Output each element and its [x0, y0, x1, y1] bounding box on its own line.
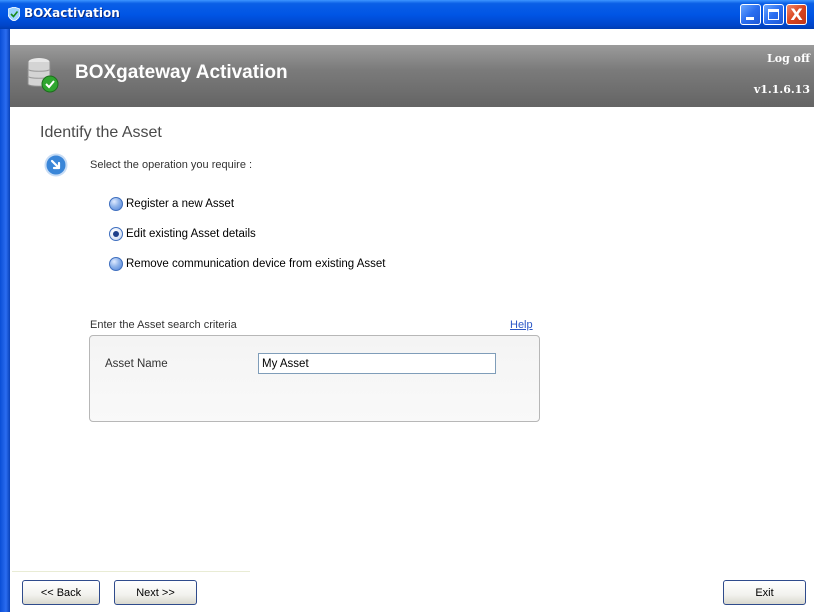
app-header: BOXgateway Activation Log off v1.1.6.13 — [10, 45, 814, 107]
back-button[interactable]: << Back — [22, 580, 100, 605]
radio-button-selected[interactable] — [109, 227, 123, 241]
database-check-icon — [27, 57, 59, 93]
radio-button[interactable] — [109, 197, 123, 211]
window-frame-left — [0, 29, 10, 612]
radio-label: Remove communication device from existin… — [126, 258, 386, 270]
header-title: BOXgateway Activation — [75, 62, 288, 83]
close-button[interactable]: X — [786, 4, 807, 25]
radio-edit-asset[interactable]: Edit existing Asset details — [109, 227, 256, 241]
radio-button[interactable] — [109, 257, 123, 271]
frame-spacer — [10, 29, 814, 45]
radio-remove-device[interactable]: Remove communication device from existin… — [109, 257, 386, 271]
search-criteria-panel — [89, 335, 540, 422]
search-criteria-label: Enter the Asset search criteria — [90, 319, 237, 331]
footer-divider — [12, 571, 250, 572]
asset-name-label: Asset Name — [105, 358, 168, 370]
page-title: Identify the Asset — [40, 124, 162, 141]
next-button[interactable]: Next >> — [114, 580, 197, 605]
radio-label: Edit existing Asset details — [126, 228, 256, 240]
radio-register-asset[interactable]: Register a new Asset — [109, 197, 234, 211]
window-titlebar[interactable]: BOXactivation X — [0, 0, 814, 29]
logoff-link[interactable]: Log off — [767, 52, 810, 65]
close-icon: X — [790, 5, 803, 24]
minimize-button[interactable] — [740, 4, 761, 25]
minimize-icon — [746, 17, 754, 20]
help-link[interactable]: Help — [510, 319, 533, 331]
exit-button[interactable]: Exit — [723, 580, 806, 605]
asset-name-input[interactable] — [258, 353, 496, 374]
maximize-icon — [768, 9, 779, 20]
maximize-button[interactable] — [763, 4, 784, 25]
radio-label: Register a new Asset — [126, 198, 235, 210]
arrow-circle-icon — [44, 153, 68, 177]
instruction-text: Select the operation you require : — [90, 159, 253, 171]
shield-icon — [8, 7, 20, 21]
window-title: BOXactivation — [24, 6, 120, 20]
version-label: v1.1.6.13 — [753, 83, 810, 96]
